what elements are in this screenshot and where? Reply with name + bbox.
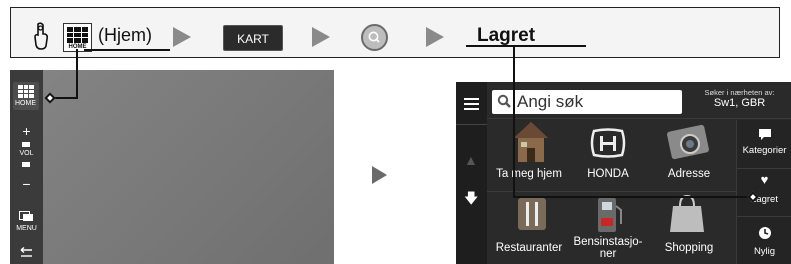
search-input[interactable]: Angi søk <box>492 90 682 114</box>
divider <box>456 124 487 125</box>
tile-label: Bensinstasjo- ner <box>573 236 643 260</box>
search-near-label: Søker i nærheten av: <box>704 88 775 97</box>
honda-logo-icon <box>590 128 626 158</box>
transition-arrow-icon <box>372 166 387 184</box>
destination-menu-screen: ▲ 🡇 Angi søk Søker i nærheten av: Sw1, G… <box>456 82 791 264</box>
camera-icon <box>667 124 709 160</box>
menu-icon <box>19 211 33 221</box>
step-arrow-icon <box>426 27 444 47</box>
heart-icon: ♥ <box>760 172 769 187</box>
left-sidebar: HOME + VOL − MENU <box>10 70 43 264</box>
volume-bar-icon <box>22 142 30 147</box>
hjem-underline <box>84 49 170 51</box>
right-side-nav: ▲ 🡇 <box>456 82 487 264</box>
divider <box>737 168 791 169</box>
home-icon: HOME <box>63 23 92 52</box>
callout-line <box>513 45 515 198</box>
divider <box>487 118 791 119</box>
hjem-text: (Hjem) <box>98 25 152 45</box>
step-arrow-icon <box>312 27 330 47</box>
nylig-label: Nylig <box>753 246 776 257</box>
callout-line <box>76 49 78 99</box>
shopping-bag-icon <box>670 194 704 232</box>
chat-bubble-icon <box>759 129 771 140</box>
home-button-label: HOME <box>15 100 36 107</box>
scroll-up-icon[interactable]: ▲ <box>464 152 478 168</box>
search-near-button[interactable]: Søker i nærheten av: Sw1, GBR <box>688 88 791 116</box>
volume-up-button[interactable]: + <box>10 124 43 138</box>
hamburger-menu-icon[interactable] <box>464 98 479 113</box>
home-button[interactable]: HOME <box>13 82 39 110</box>
right-column: Kategorier ♥ Lagret Nylig <box>736 120 791 264</box>
kart-button: KART <box>223 25 283 51</box>
step-arrow-icon <box>173 27 191 47</box>
search-icon <box>361 24 388 51</box>
tile-label: HONDA <box>587 168 629 180</box>
map-screen: HOME + VOL − MENU <box>10 70 334 264</box>
lagret-step-label: Lagret <box>477 25 536 46</box>
callout-line <box>513 196 754 198</box>
search-placeholder: Angi søk <box>517 92 584 111</box>
kategorier-label: Kategorier <box>742 145 787 156</box>
clock-icon <box>759 227 771 239</box>
divider <box>487 191 736 192</box>
divider <box>737 216 791 217</box>
volume-bar-icon <box>22 162 30 167</box>
tile-label: Shopping <box>664 242 714 254</box>
vol-label: VOL <box>19 150 34 157</box>
tile-label: Adresse <box>667 168 711 180</box>
gas-pump-icon <box>598 198 622 232</box>
menu-button-label[interactable]: MENU <box>10 225 43 232</box>
lagret-underline <box>466 45 586 47</box>
house-icon <box>514 122 548 162</box>
tile-label: Restauranter <box>495 242 563 254</box>
scroll-down-icon[interactable]: 🡇 <box>464 188 478 212</box>
volume-down-button[interactable]: − <box>10 177 43 191</box>
finger-tap-icon <box>34 22 49 50</box>
tile-label: Ta meg hjem <box>496 168 562 180</box>
restaurant-icon <box>518 198 546 230</box>
search-near-value: Sw1, GBR <box>713 97 766 109</box>
search-icon <box>497 94 511 108</box>
back-icon[interactable] <box>19 247 34 259</box>
